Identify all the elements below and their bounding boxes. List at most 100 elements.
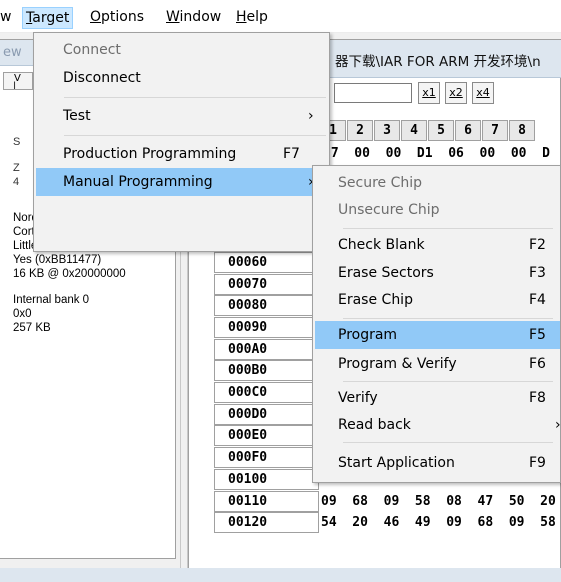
ram-info: 16 KB @ 0x20000000	[13, 268, 126, 280]
menu-item-program[interactable]: Program F5	[315, 321, 560, 349]
menu-separator	[64, 97, 326, 98]
menu-separator	[343, 228, 553, 229]
flash-size: 257 KB	[13, 322, 51, 334]
menu-options-mnemonic: O	[90, 9, 102, 25]
hex-address-cell: 00120	[214, 512, 319, 533]
hex-column-header: 7	[482, 120, 508, 141]
menu-window-rest: indow	[179, 9, 222, 25]
manual-programming-submenu: Secure Chip Unsecure Chip Check Blank F2 …	[312, 165, 561, 483]
width-x2-button[interactable]: x2	[445, 82, 467, 104]
menu-item-label: Erase Chip	[338, 292, 413, 308]
left-panel-column-header[interactable]: V	[3, 72, 33, 90]
menu-item-label: Check Blank	[338, 237, 425, 253]
hex-column-header: 3	[374, 120, 400, 141]
hex-address-cell: 000B0	[214, 360, 319, 381]
menu-item-production-programming[interactable]: Production Programming F7	[36, 140, 327, 168]
hex-column-header: 6	[455, 120, 481, 141]
menu-item-label: Secure Chip	[338, 175, 423, 191]
flash-bank: Internal bank 0	[13, 294, 90, 306]
menu-item-check-blank[interactable]: Check Blank F2	[315, 231, 560, 259]
hex-row-data: 09 68 09 58 08 47 50 20 4	[321, 494, 561, 509]
menu-item-erase-sectors[interactable]: Erase Sectors F3	[315, 259, 560, 287]
hex-address-cell: 00110	[214, 491, 319, 512]
menu-item-verify[interactable]: Verify F8	[315, 384, 560, 412]
left-panel-title: ew	[3, 45, 22, 60]
menu-item-label: Test	[63, 108, 91, 124]
menu-item-shortcut: F5	[529, 327, 546, 343]
hex-row-data: 54 20 46 49 09 68 09 58 0	[321, 515, 561, 530]
menu-item-shortcut: F9	[529, 455, 546, 471]
menu-item-manual-programming[interactable]: Manual Programming ›	[36, 168, 327, 196]
width-x4-button[interactable]: x4	[472, 82, 494, 104]
menu-item-secure-chip[interactable]: Secure Chip	[315, 169, 560, 197]
target-dropdown-menu: Connect Disconnect Test › Production Prog…	[33, 32, 330, 252]
menu-item-label: Read back	[338, 417, 411, 433]
hex-address-cell: 000D0	[214, 404, 319, 425]
hex-column-header: 4	[401, 120, 427, 141]
menu-item-disconnect[interactable]: Disconnect	[36, 64, 327, 92]
menu-separator	[343, 381, 553, 382]
menu-item-program-verify[interactable]: Program & Verify F6	[315, 350, 560, 378]
menu-item-unsecure-chip[interactable]: Unsecure Chip	[315, 196, 560, 224]
hex-address-cell: 000C0	[214, 382, 319, 403]
menu-separator	[64, 135, 326, 136]
hex-address-cell: 000E0	[214, 425, 319, 446]
menu-item-label: Program & Verify	[338, 356, 457, 372]
right-panel-title: 器下载\IAR FOR ARM 开发环境\n	[335, 54, 541, 70]
menu-item-shortcut: F6	[529, 356, 546, 372]
menu-item-label: Erase Sectors	[338, 265, 434, 281]
hex-address-cell: 00060	[214, 252, 319, 273]
menu-item-shortcut: F3	[529, 265, 546, 281]
menu-item-label: Program	[338, 327, 398, 343]
info-fragment: I	[13, 80, 17, 92]
menu-item-connect[interactable]: Connect	[36, 36, 327, 64]
menu-separator	[343, 442, 553, 443]
hex-address-cell: 00070	[214, 274, 319, 295]
menu-item-label: Manual Programming	[63, 174, 213, 190]
connected-id: Yes (0xBB11477)	[13, 254, 102, 266]
hex-address-cell: 00090	[214, 317, 319, 338]
menu-window-mnemonic: W	[166, 9, 180, 25]
submenu-arrow-icon: ›	[308, 108, 314, 124]
hex-address-cell: 000A0	[214, 339, 319, 360]
menu-item-label: Production Programming	[63, 146, 237, 162]
menu-target-rest: arget	[32, 10, 70, 26]
width-x1-button[interactable]: x1	[418, 82, 440, 104]
menu-target[interactable]: Target	[22, 7, 74, 29]
menu-item-start-application[interactable]: Start Application F9	[315, 449, 560, 477]
menu-item-erase-chip[interactable]: Erase Chip F4	[315, 286, 560, 314]
menu-help-mnemonic: H	[236, 9, 247, 25]
hex-address-cell: 000F0	[214, 447, 319, 468]
menu-item-test[interactable]: Test ›	[36, 102, 327, 130]
menu-options[interactable]: Options	[88, 8, 146, 26]
hex-address-cell: 00100	[214, 469, 319, 490]
menu-item-shortcut: F7	[283, 146, 300, 162]
flash-base: 0x0	[13, 308, 32, 320]
menu-options-rest: ptions	[101, 9, 145, 25]
menu-help-rest: elp	[246, 9, 268, 25]
menu-item-read-back[interactable]: Read back ›	[315, 411, 561, 439]
submenu-arrow-icon: ›	[555, 417, 561, 433]
menu-item-shortcut: F4	[529, 292, 546, 308]
menu-separator	[343, 318, 553, 319]
menu-help[interactable]: Help	[234, 8, 270, 26]
hex-column-header: 8	[509, 120, 535, 141]
menu-item-shortcut: F2	[529, 237, 546, 253]
address-input[interactable]	[334, 83, 412, 103]
menu-item-shortcut: F8	[529, 390, 546, 406]
menu-item-label: Start Application	[338, 455, 455, 471]
hex-column-header: 2	[347, 120, 373, 141]
hex-address-cell: 00080	[214, 295, 319, 316]
hex-row-first: 07 00 00 D1 06 00 00 D	[323, 146, 550, 161]
info-fragment: Z	[13, 162, 20, 174]
menu-view-fragment[interactable]: w	[0, 8, 13, 26]
menu-window[interactable]: Window	[164, 8, 223, 26]
hex-column-header: 5	[428, 120, 454, 141]
menu-bar: w Target Options Window Help	[0, 0, 561, 33]
status-bar	[0, 568, 561, 582]
menu-item-label: Unsecure Chip	[338, 202, 440, 218]
menu-item-label: Verify	[338, 390, 378, 406]
info-fragment: 4	[13, 176, 20, 188]
menu-item-label: Connect	[63, 42, 121, 58]
menu-item-label: Disconnect	[63, 70, 141, 86]
